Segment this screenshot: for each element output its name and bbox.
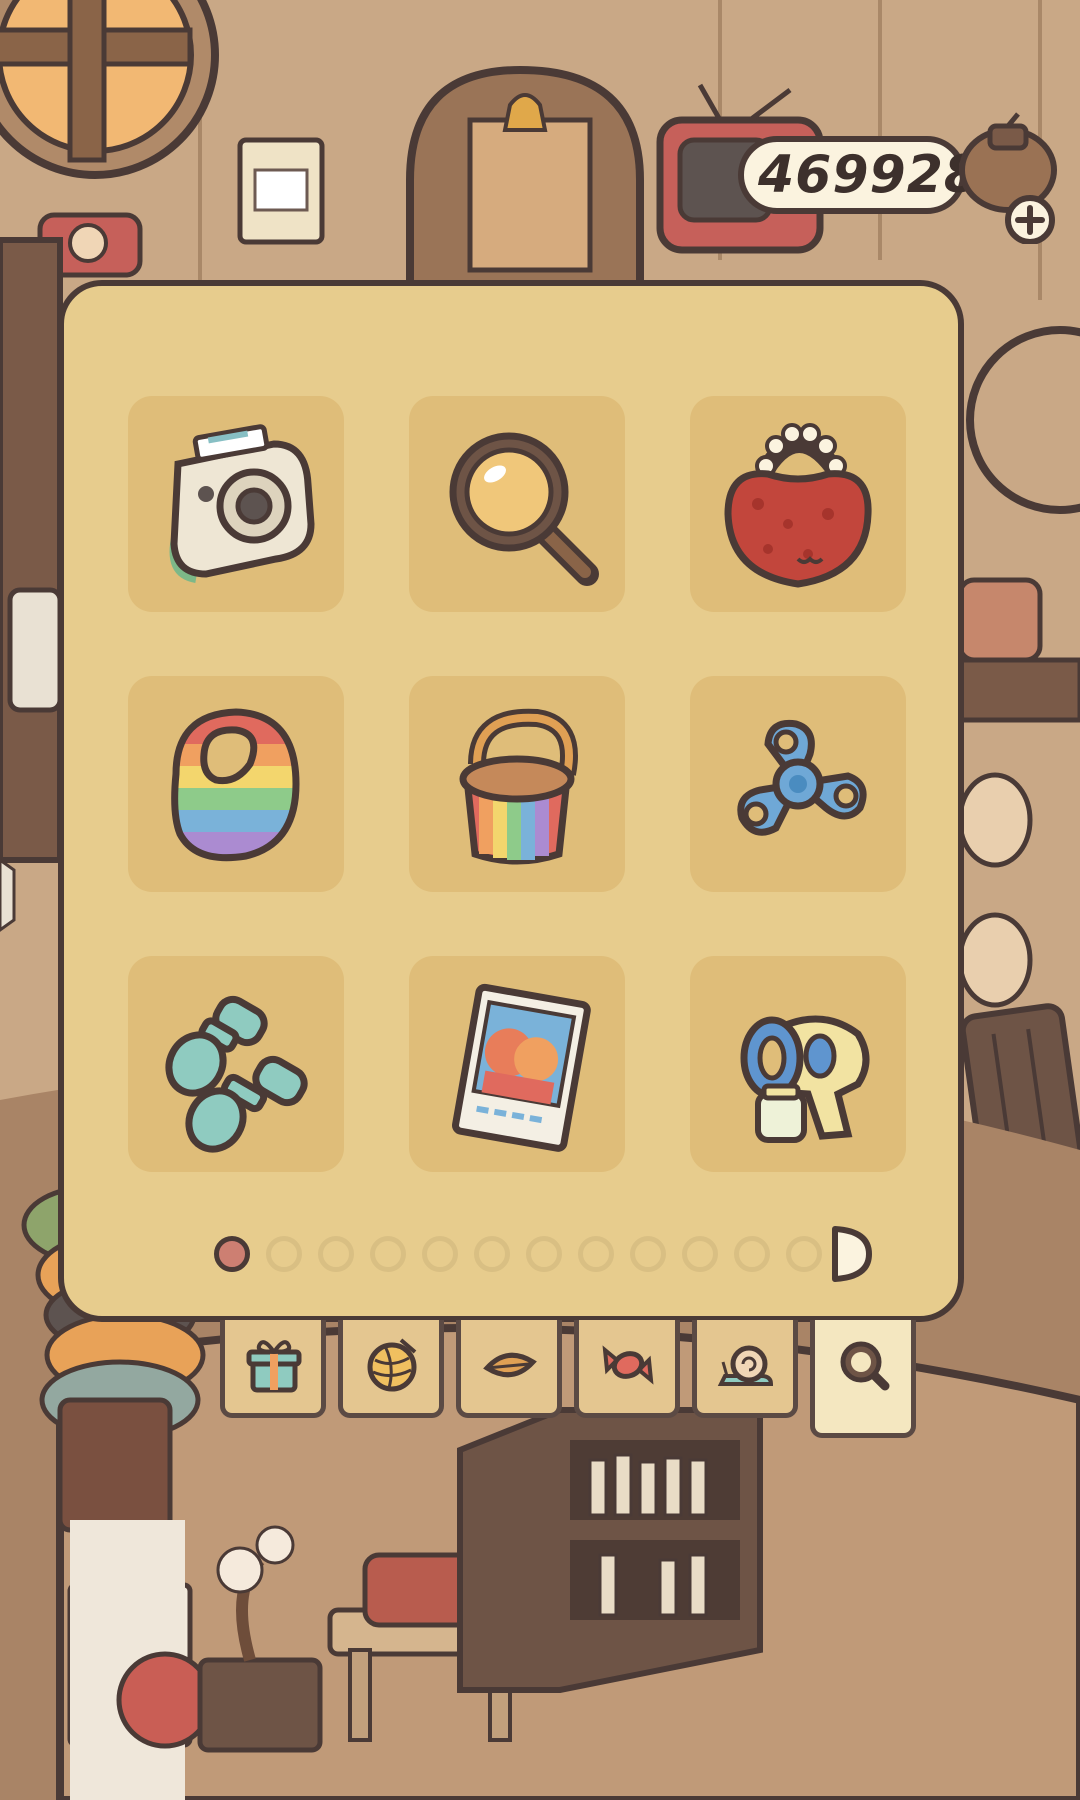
gift-icon	[246, 1340, 302, 1393]
tab-gift[interactable]	[220, 1320, 326, 1418]
page-dot-8[interactable]	[578, 1236, 614, 1272]
leaf-icon	[483, 1352, 537, 1378]
tab-search[interactable]	[810, 1320, 916, 1438]
rainbow-bib-icon	[171, 708, 300, 862]
currency-counter: 469928	[738, 136, 980, 214]
instant-camera-icon	[169, 424, 315, 583]
tab-yarn[interactable]	[338, 1320, 444, 1418]
page-dot-6[interactable]	[474, 1236, 510, 1272]
next-page-button[interactable]	[829, 1223, 875, 1285]
page-dot-11[interactable]	[734, 1236, 770, 1272]
page-dot-2[interactable]	[266, 1236, 302, 1272]
page-dot-12[interactable]	[786, 1236, 822, 1272]
snail-icon	[717, 1345, 774, 1386]
photo-card-icon	[452, 983, 591, 1152]
page-dot-3[interactable]	[318, 1236, 354, 1272]
plus-icon	[1005, 195, 1055, 244]
tab-candy[interactable]	[574, 1320, 680, 1418]
bubble-gun-icon	[740, 1015, 870, 1143]
inventory-panel	[58, 280, 964, 1322]
magnifying-glass-icon	[449, 432, 599, 586]
dumbbells-icon	[165, 995, 308, 1153]
item-slot-rainbow-bucket[interactable]	[409, 676, 625, 892]
item-slot-magnifying-glass[interactable]	[409, 396, 625, 612]
item-slot-photo-card[interactable]	[409, 956, 625, 1172]
candy-icon	[602, 1345, 654, 1385]
item-slot-instant-camera[interactable]	[128, 396, 344, 612]
page-dot-10[interactable]	[682, 1236, 718, 1272]
tab-snail[interactable]	[692, 1320, 798, 1418]
search-icon	[840, 1341, 890, 1391]
item-slot-bubble-gun[interactable]	[690, 956, 906, 1172]
page-indicator	[214, 1234, 822, 1274]
tab-leaf[interactable]	[456, 1320, 562, 1418]
page-dot-9[interactable]	[630, 1236, 666, 1272]
rainbow-bucket-icon	[459, 708, 578, 865]
item-grid	[128, 396, 906, 1222]
fidget-spinner-icon	[737, 719, 867, 836]
bookshelf	[457, 1407, 763, 1693]
currency-amount: 469928	[758, 145, 982, 205]
item-slot-red-pompom-bag[interactable]	[690, 396, 906, 612]
page-dot-5[interactable]	[422, 1236, 458, 1272]
page-dot-1[interactable]	[214, 1236, 250, 1272]
item-slot-dumbbells[interactable]	[128, 956, 344, 1172]
pompom-bag-icon	[724, 423, 872, 588]
acorn-pouch-icon[interactable]	[952, 112, 1064, 244]
page-dot-4[interactable]	[370, 1236, 406, 1272]
item-slot-rainbow-bib[interactable]	[128, 676, 344, 892]
yarn-ball-icon	[367, 1338, 417, 1392]
item-slot-fidget-spinner[interactable]	[690, 676, 906, 892]
page-dot-7[interactable]	[526, 1236, 562, 1272]
